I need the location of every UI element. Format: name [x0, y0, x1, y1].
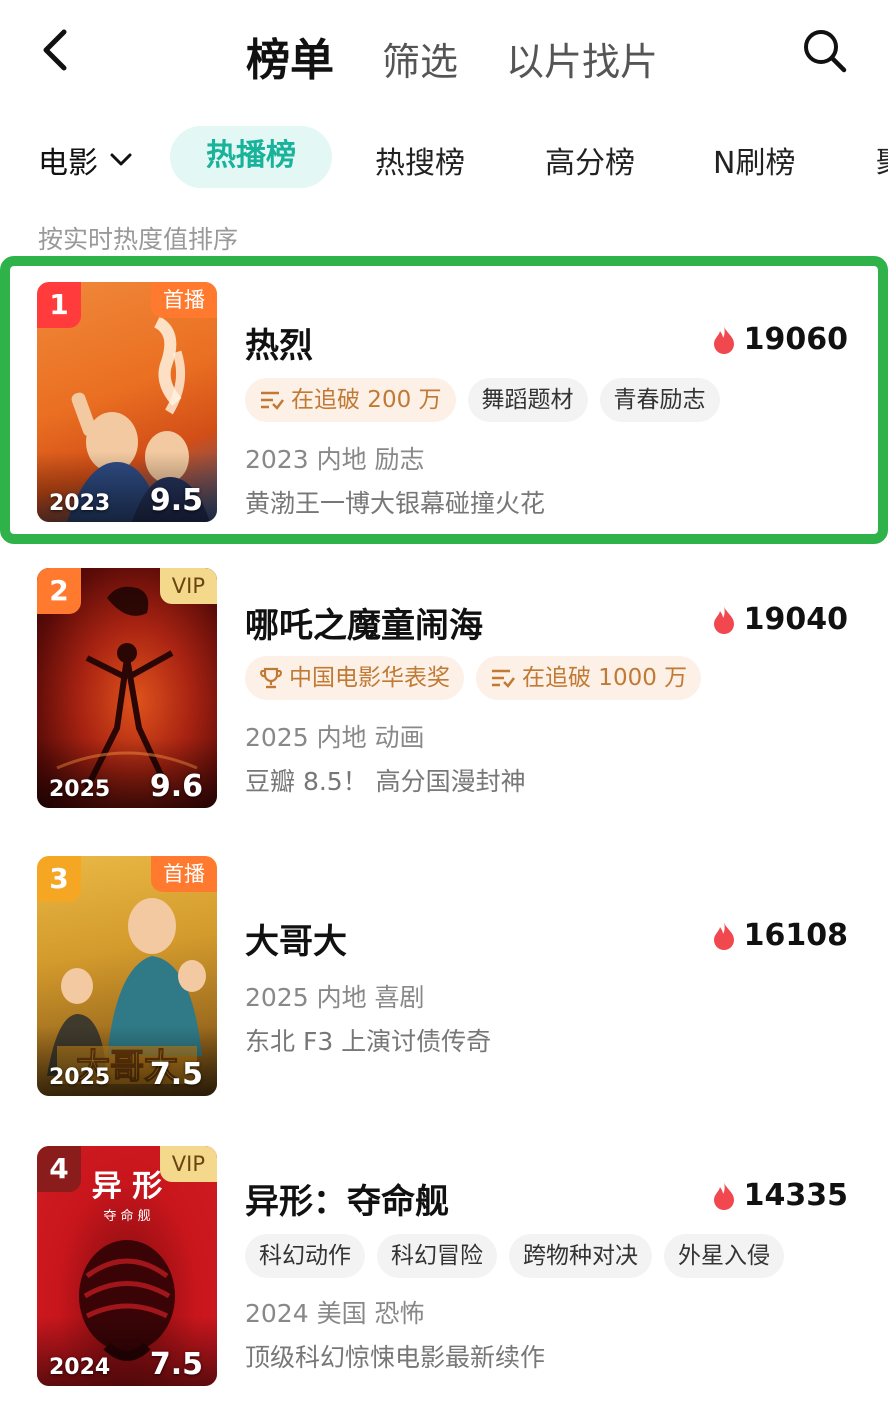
list-item[interactable]: 2 VIP 2025 9.6 哪吒之魔童闹海 19040 中国电影华表奖 在追破… — [0, 566, 888, 826]
poster-image[interactable]: 2 VIP 2025 9.6 — [37, 568, 217, 808]
movie-meta: 2025 内地 喜剧 — [245, 983, 425, 1012]
tab-hot-search[interactable]: 热搜榜 — [375, 138, 465, 182]
movie-description: 顶级科幻惊悚电影最新续作 — [245, 1343, 546, 1372]
flame-icon — [713, 1181, 734, 1210]
movie-description: 豆瓣 8.5！ 高分国漫封神 — [245, 767, 526, 796]
premiere-badge: 首播 — [151, 282, 217, 318]
heat-number: 14335 — [743, 1178, 848, 1213]
movie-title[interactable]: 哪吒之魔童闹海 — [245, 598, 483, 647]
list-item[interactable]: 1 首播 2023 9.5 热烈 19060 在追破 200 万 舞蹈题材 青春… — [0, 256, 888, 544]
category-dropdown[interactable]: 电影 — [38, 138, 132, 182]
tag[interactable]: 舞蹈题材 — [467, 378, 588, 422]
rank-badge: 1 — [37, 282, 81, 328]
category-row: 电影 热播榜 热搜榜 高分榜 N刷榜 聚 — [0, 124, 888, 190]
top-bar: 榜单 筛选 以片找片 — [0, 0, 888, 100]
tag-row: 中国电影华表奖 在追破 1000 万 — [245, 656, 713, 700]
heat-value: 16108 — [712, 918, 848, 953]
tag-row: 科幻动作 科幻冒险 跨物种对决 外星入侵 — [245, 1234, 796, 1278]
heat-number: 19040 — [743, 602, 848, 637]
movie-description: 黄渤王一博大银幕碰撞火花 — [245, 489, 546, 518]
heat-value: 19040 — [712, 602, 848, 637]
poster-score: 9.5 — [149, 483, 203, 518]
heat-number: 16108 — [743, 918, 848, 953]
trophy-icon — [260, 667, 282, 689]
tag[interactable]: 跨物种对决 — [509, 1234, 652, 1278]
tab-ranking[interactable]: 榜单 — [246, 24, 334, 88]
search-icon[interactable] — [800, 26, 850, 76]
poster-score: 7.5 — [149, 1057, 203, 1092]
tag[interactable]: 外星入侵 — [664, 1234, 784, 1278]
header-tabs: 榜单 筛选 以片找片 — [246, 24, 706, 88]
movie-description: 东北 F3 上演讨债传奇 — [245, 1027, 492, 1056]
tab-high-score[interactable]: 高分榜 — [545, 138, 635, 182]
rank-badge: 4 — [37, 1146, 81, 1192]
poster-year: 2024 — [49, 1355, 111, 1380]
poster-score: 9.6 — [149, 769, 203, 804]
tag-row: 在追破 200 万 舞蹈题材 青春励志 — [245, 378, 732, 422]
vip-badge: VIP — [159, 1146, 217, 1182]
poster-year: 2025 — [49, 1065, 111, 1090]
following-icon — [492, 669, 515, 688]
svg-text:夺 命 舰: 夺 命 舰 — [103, 1208, 150, 1224]
tag[interactable]: 在追破 200 万 — [245, 378, 456, 422]
movie-title[interactable]: 大哥大 — [245, 914, 347, 963]
vip-badge: VIP — [159, 568, 217, 604]
poster-score: 7.5 — [149, 1347, 203, 1382]
poster-year: 2025 — [49, 777, 111, 802]
flame-icon — [713, 921, 734, 950]
following-icon — [261, 391, 284, 410]
poster-year: 2023 — [49, 491, 111, 516]
tab-find-by-movie[interactable]: 以片找片 — [506, 31, 658, 86]
tab-filter[interactable]: 筛选 — [382, 31, 458, 86]
tag[interactable]: 科幻冒险 — [377, 1234, 497, 1278]
list-item[interactable]: 异 形 夺 命 舰 4 VIP 2024 7.5 异形：夺命舰 14335 科幻… — [0, 1144, 888, 1404]
poster-image[interactable]: 异 形 夺 命 舰 4 VIP 2024 7.5 — [37, 1146, 217, 1386]
rank-badge: 3 — [37, 856, 81, 902]
tag[interactable]: 中国电影华表奖 — [245, 656, 464, 700]
movie-meta: 2025 内地 动画 — [245, 723, 425, 752]
tag[interactable]: 科幻动作 — [245, 1234, 365, 1278]
tag[interactable]: 青春励志 — [599, 378, 720, 422]
poster-image[interactable]: 大哥大 3 首播 2025 7.5 — [37, 856, 217, 1096]
heat-number: 19060 — [743, 322, 848, 357]
heat-value: 19060 — [712, 322, 848, 357]
premiere-badge: 首播 — [151, 856, 217, 892]
sort-hint: 按实时热度值排序 — [38, 225, 239, 254]
back-arrow-icon[interactable] — [36, 28, 76, 72]
rank-badge: 2 — [37, 568, 81, 614]
tab-more[interactable]: 聚 — [876, 138, 888, 182]
movie-title[interactable]: 热烈 — [245, 318, 313, 367]
heat-value: 14335 — [712, 1178, 848, 1213]
tab-rewatch[interactable]: N刷榜 — [713, 138, 795, 182]
movie-title[interactable]: 异形：夺命舰 — [245, 1174, 449, 1223]
movie-meta: 2024 美国 恐怖 — [245, 1299, 425, 1328]
category-dropdown-label: 电影 — [38, 146, 98, 181]
flame-icon — [713, 605, 734, 634]
poster-image[interactable]: 1 首播 2023 9.5 — [37, 282, 217, 522]
tab-hot-play[interactable]: 热播榜 — [170, 126, 332, 188]
movie-meta: 2023 内地 励志 — [245, 445, 425, 474]
flame-icon — [713, 325, 734, 354]
chevron-down-icon — [110, 153, 132, 166]
svg-text:异 形: 异 形 — [92, 1169, 162, 1204]
list-item[interactable]: 大哥大 3 首播 2025 7.5 大哥大 16108 2025 内地 喜剧 东… — [0, 856, 888, 1116]
tag[interactable]: 在追破 1000 万 — [476, 656, 702, 700]
